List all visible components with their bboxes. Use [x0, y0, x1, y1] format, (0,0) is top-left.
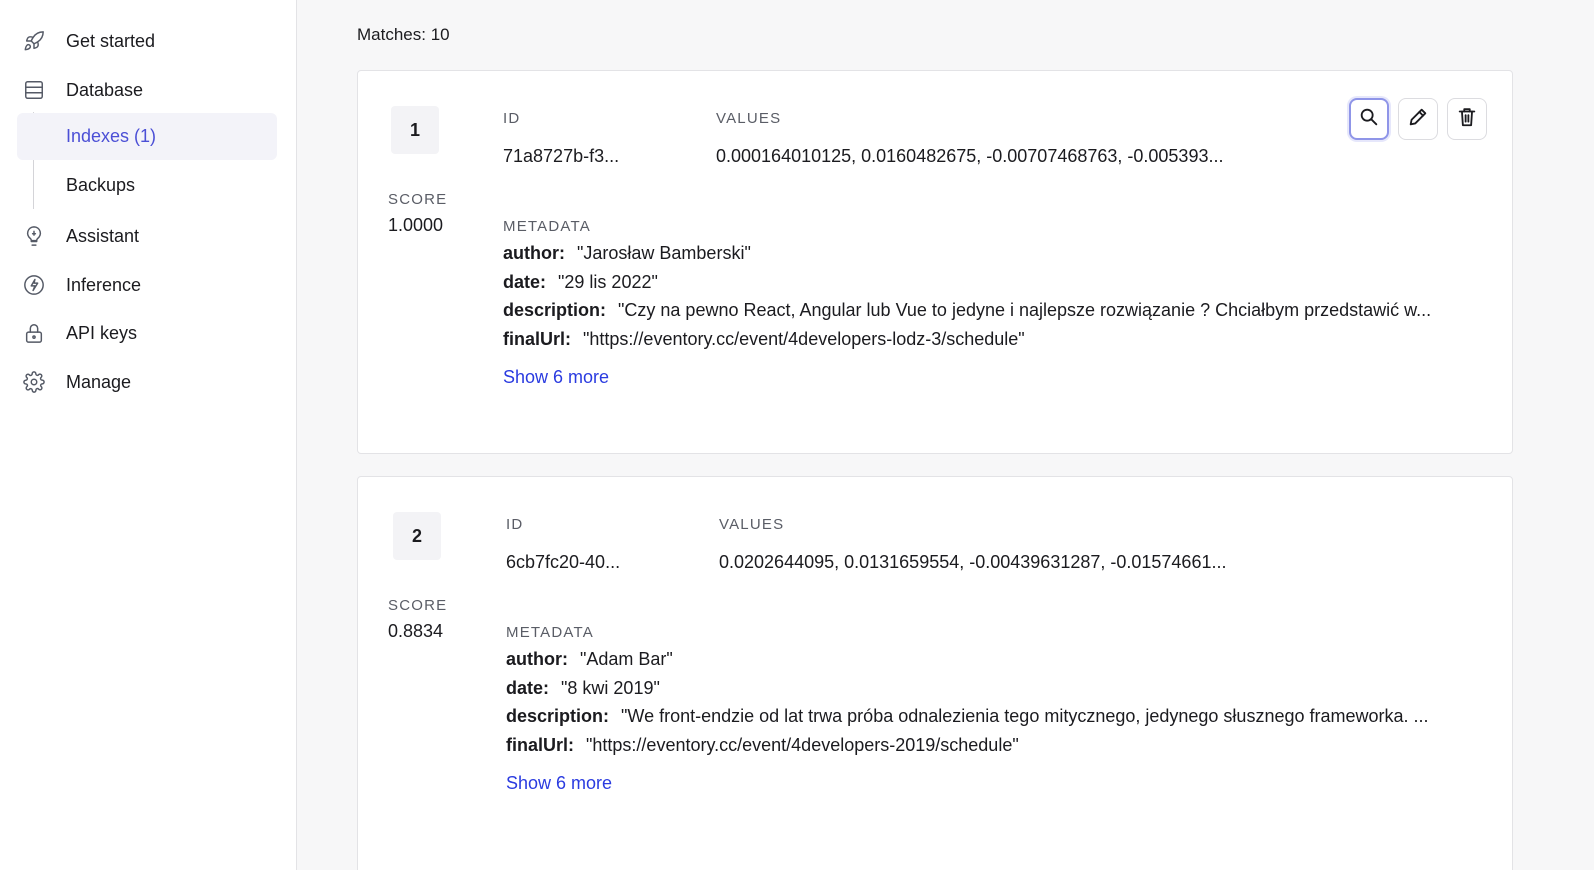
sidebar-item-label: Inference: [66, 274, 142, 295]
metadata-key: finalUrl:: [506, 735, 575, 755]
sidebar-item-manage[interactable]: Manage: [17, 359, 277, 405]
edit-button[interactable]: [1398, 98, 1438, 140]
metadata-row: description: "Czy na pewno React, Angular…: [503, 300, 1431, 321]
metadata-row: finalUrl: "https://eventory.cc/event/4dev…: [506, 735, 1019, 756]
id-value: 71a8727b-f3...: [503, 146, 620, 166]
score-value: 1.0000: [388, 215, 444, 235]
sidebar-item-backups[interactable]: Backups: [17, 162, 277, 209]
id-value: 6cb7fc20-40...: [506, 552, 621, 572]
values-label: VALUES: [719, 516, 785, 533]
result-rank: 1: [391, 106, 439, 154]
sidebar-item-label: Database: [66, 79, 144, 100]
score-label: SCORE: [388, 191, 448, 208]
metadata-row: author: "Jarosław Bamberski": [503, 243, 751, 264]
sidebar-item-label: Indexes (1): [66, 126, 157, 146]
database-icon: [22, 78, 46, 102]
metadata-value: "We front-endzie od lat trwa próba odnal…: [621, 706, 1429, 726]
values-value: 0.0202644095, 0.0131659554, -0.004396312…: [719, 552, 1227, 572]
sidebar-item-label: API keys: [66, 322, 138, 343]
metadata-value: "https://eventory.cc/event/4developers-2…: [586, 735, 1019, 755]
metadata-value: "Czy na pewno React, Angular lub Vue to …: [618, 300, 1432, 320]
metadata-key: date:: [506, 678, 550, 698]
gear-icon: [22, 370, 46, 394]
show-more-link[interactable]: Show 6 more: [506, 773, 612, 794]
result-card: 1 SCORE 1.0000 ID 71a8727b-f3... VALUES …: [357, 70, 1513, 454]
trash-icon: [1456, 106, 1478, 133]
metadata-key: author:: [503, 243, 565, 263]
sidebar: Get started Database Indexes (1) Backups…: [0, 0, 297, 870]
delete-button[interactable]: [1447, 98, 1487, 140]
metadata-row: date: "29 lis 2022": [503, 272, 658, 293]
sidebar-item-label: Assistant: [66, 225, 140, 246]
matches-count: Matches: 10: [357, 25, 450, 44]
sidebar-item-label: Get started: [66, 30, 156, 51]
metadata-value: "Jarosław Bamberski": [577, 243, 751, 263]
rocket-icon: [22, 29, 46, 53]
bolt-icon: [22, 273, 46, 297]
id-label: ID: [506, 516, 524, 533]
metadata-key: author:: [506, 649, 568, 669]
metadata-key: finalUrl:: [503, 329, 572, 349]
score-label: SCORE: [388, 597, 448, 614]
sidebar-item-inference[interactable]: Inference: [17, 262, 277, 308]
sidebar-item-api-keys[interactable]: API keys: [17, 310, 277, 356]
id-label: ID: [503, 110, 521, 127]
metadata-value: "29 lis 2022": [558, 272, 658, 292]
lightbulb-icon: [22, 224, 46, 248]
metadata-row: date: "8 kwi 2019": [506, 678, 660, 699]
values-value: 0.000164010125, 0.0160482675, -0.0070746…: [716, 146, 1224, 166]
show-more-link[interactable]: Show 6 more: [503, 367, 609, 388]
metadata-key: date:: [503, 272, 547, 292]
search-icon: [1358, 106, 1380, 133]
metadata-key: description:: [506, 706, 610, 726]
metadata-label: METADATA: [506, 624, 594, 641]
metadata-value: "https://eventory.cc/event/4developers-l…: [583, 329, 1025, 349]
metadata-value: "Adam Bar": [580, 649, 673, 669]
metadata-key: description:: [503, 300, 607, 320]
result-card: 2 SCORE 0.8834 ID 6cb7fc20-40... VALUES …: [357, 476, 1513, 870]
metadata-row: description: "We front-endzie od lat trwa…: [506, 706, 1429, 727]
sidebar-item-label: Backups: [66, 175, 136, 195]
metadata-row: author: "Adam Bar": [506, 649, 673, 670]
values-label: VALUES: [716, 110, 782, 127]
sidebar-item-database[interactable]: Database: [17, 67, 277, 113]
lock-icon: [22, 321, 46, 345]
sidebar-item-label: Manage: [66, 371, 132, 392]
result-rank: 2: [393, 512, 441, 560]
metadata-label: METADATA: [503, 218, 591, 235]
score-value: 0.8834: [388, 621, 444, 641]
query-button[interactable]: [1349, 98, 1389, 140]
sidebar-item-get-started[interactable]: Get started: [17, 18, 277, 64]
metadata-row: finalUrl: "https://eventory.cc/event/4dev…: [503, 329, 1025, 350]
metadata-value: "8 kwi 2019": [561, 678, 660, 698]
pencil-icon: [1407, 106, 1429, 133]
sidebar-item-assistant[interactable]: Assistant: [17, 213, 277, 259]
sidebar-item-indexes[interactable]: Indexes (1): [17, 113, 277, 160]
